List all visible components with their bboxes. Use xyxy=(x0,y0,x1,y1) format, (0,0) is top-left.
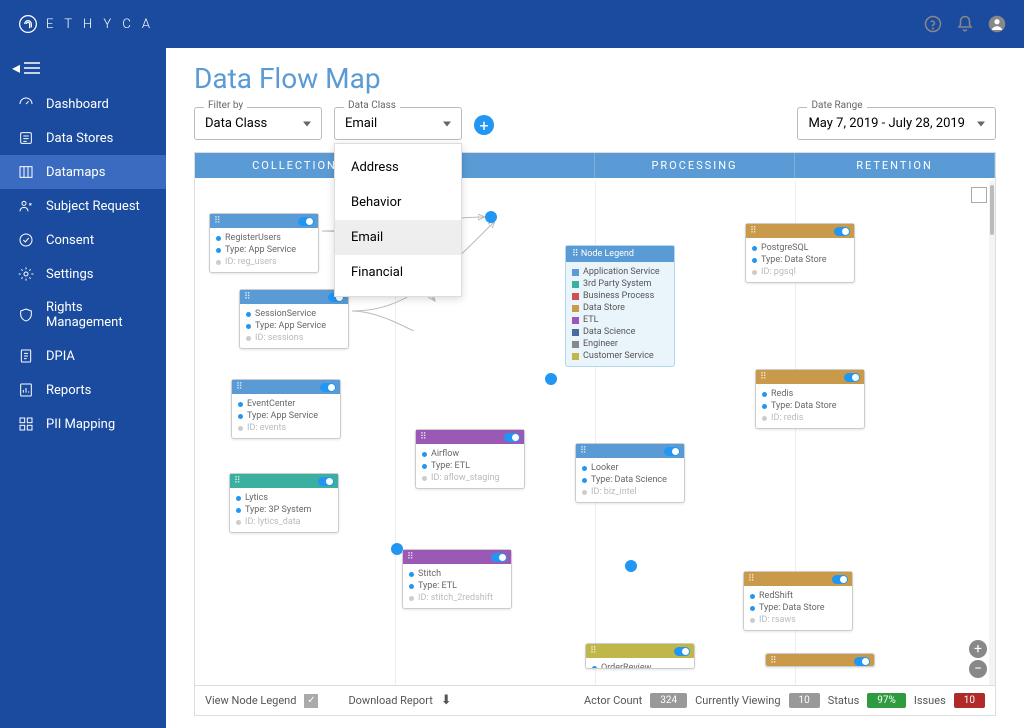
hamburger-icon xyxy=(24,62,40,74)
node-toggle[interactable] xyxy=(320,383,336,392)
zoom-controls: + − xyxy=(969,639,987,679)
view-legend-label: View Node Legend xyxy=(205,694,296,707)
data-class-dropdown: Address Behavior Email Financial xyxy=(334,143,462,297)
node-toggle[interactable] xyxy=(834,227,850,236)
node-toggle[interactable] xyxy=(298,217,314,226)
filter-bar: Filter by Data Class Data Class Email Ad… xyxy=(194,107,996,140)
flow-dot xyxy=(625,560,637,572)
filter-by-select[interactable]: Data Class xyxy=(194,107,322,140)
node-order-review[interactable]: ⠿ OrderReview xyxy=(585,643,695,669)
flow-canvas[interactable]: COLLECTION PROCESSING RETENTION xyxy=(194,152,996,716)
dropdown-option-email[interactable]: Email xyxy=(335,220,461,255)
flow-dot xyxy=(485,211,497,223)
scrollbar-vertical[interactable] xyxy=(989,181,995,685)
filter-by-label: Filter by xyxy=(204,100,247,111)
dropdown-option-financial[interactable]: Financial xyxy=(335,255,461,290)
sidebar-item-settings[interactable]: Settings xyxy=(0,257,166,291)
node-toggle[interactable] xyxy=(318,477,334,486)
node-partial[interactable]: ⠿ xyxy=(765,653,875,667)
node-event-center[interactable]: ⠿ EventCenter Type: App Service ID: even… xyxy=(231,379,341,439)
brand-logo: E T H Y C A xyxy=(18,14,154,34)
node-toggle[interactable] xyxy=(491,553,507,562)
add-filter-button[interactable]: + xyxy=(474,115,494,135)
status-label: Status xyxy=(828,694,859,707)
node-lytics[interactable]: ⠿ Lytics Type: 3P System ID: lytics_data xyxy=(229,473,339,533)
col-processing: PROCESSING xyxy=(595,153,795,178)
document-icon xyxy=(18,348,34,364)
shield-icon xyxy=(18,307,34,323)
node-redshift[interactable]: ⠿ RedShift Type: Data Store ID: rsaws xyxy=(743,571,853,631)
node-toggle[interactable] xyxy=(832,575,848,584)
sidebar-item-subject-request[interactable]: Subject Request xyxy=(0,189,166,223)
node-looker[interactable]: ⠿ Looker Type: Data Science ID: biz_inte… xyxy=(575,443,685,503)
download-report-label: Download Report xyxy=(348,694,432,707)
data-class-group: Data Class Email Address Behavior Email … xyxy=(334,107,462,140)
sidebar-item-datamaps[interactable]: Datamaps xyxy=(0,155,166,189)
node-legend-panel[interactable]: ⠿ Node Legend Application Service 3rd Pa… xyxy=(565,245,675,367)
check-circle-icon xyxy=(18,232,34,248)
sidebar-item-data-stores[interactable]: Data Stores xyxy=(0,121,166,155)
node-toggle[interactable] xyxy=(854,657,870,666)
actor-count-value: 324 xyxy=(650,693,687,708)
sidebar-item-rights[interactable]: Rights Management xyxy=(0,291,166,339)
viewing-value: 10 xyxy=(789,693,820,708)
flow-dot xyxy=(545,373,557,385)
zoom-out-button[interactable]: − xyxy=(969,660,987,678)
gear-icon xyxy=(18,266,34,282)
column-headers: COLLECTION PROCESSING RETENTION xyxy=(195,153,995,178)
help-icon[interactable] xyxy=(924,15,942,33)
sidebar-collapse-button[interactable]: ◂ xyxy=(0,48,166,87)
data-class-label: Data Class xyxy=(344,100,400,111)
fingerprint-icon xyxy=(18,14,38,34)
node-redis[interactable]: ⠿ Redis Type: Data Store ID: redis xyxy=(755,369,865,429)
issues-value: 10 xyxy=(954,693,985,708)
date-range-select[interactable]: May 7, 2019 - July 28, 2019 xyxy=(797,107,996,140)
actor-count-label: Actor Count xyxy=(584,694,642,707)
node-session-service[interactable]: ⠿ SessionService Type: App Service ID: s… xyxy=(239,289,349,349)
status-value: 97% xyxy=(867,693,906,708)
page-title: Data Flow Map xyxy=(194,62,996,95)
node-register-users[interactable]: ⠿ RegisterUsers Type: App Service ID: re… xyxy=(209,213,319,273)
col-retention: RETENTION xyxy=(795,153,995,178)
filter-by-group: Filter by Data Class xyxy=(194,107,322,140)
grid-icon xyxy=(18,416,34,432)
map-icon xyxy=(18,164,34,180)
report-icon xyxy=(18,382,34,398)
sidebar-item-pii[interactable]: PII Mapping xyxy=(0,407,166,441)
viewing-label: Currently Viewing xyxy=(695,694,780,707)
legend-title: Node Legend xyxy=(581,249,634,259)
dropdown-option-behavior[interactable]: Behavior xyxy=(335,185,461,220)
download-icon[interactable]: ⬇ xyxy=(441,693,452,708)
person-icon xyxy=(18,198,34,214)
sidebar-item-consent[interactable]: Consent xyxy=(0,223,166,257)
node-toggle[interactable] xyxy=(674,647,690,656)
sidebar-item-dashboard[interactable]: Dashboard xyxy=(0,87,166,121)
bell-icon[interactable] xyxy=(956,15,974,33)
date-range-label: Date Range xyxy=(807,100,866,111)
topbar: E T H Y C A xyxy=(0,0,1024,48)
node-toggle[interactable] xyxy=(844,373,860,382)
list-icon xyxy=(18,130,34,146)
gauge-icon xyxy=(18,96,34,112)
node-toggle[interactable] xyxy=(504,433,520,442)
node-postgresql[interactable]: ⠿ PostgreSQL Type: Data Store ID: pgsql xyxy=(745,223,855,283)
main-content: Data Flow Map Filter by Data Class Data … xyxy=(166,0,1024,728)
expand-icon[interactable] xyxy=(971,187,987,203)
sidebar: ◂ Dashboard Data Stores Datamaps Subject… xyxy=(0,0,166,728)
dropdown-option-address[interactable]: Address xyxy=(335,150,461,185)
node-stitch[interactable]: ⠿ Stitch Type: ETL ID: stitch_2redshift xyxy=(402,549,512,609)
view-legend-checkbox[interactable]: ✓ xyxy=(304,694,318,708)
node-airflow[interactable]: ⠿ Airflow Type: ETL ID: aflow_staging xyxy=(415,429,525,489)
node-toggle[interactable] xyxy=(664,447,680,456)
issues-label: Issues xyxy=(914,694,946,707)
sidebar-item-reports[interactable]: Reports xyxy=(0,373,166,407)
zoom-in-button[interactable]: + xyxy=(969,640,987,658)
user-icon[interactable] xyxy=(988,15,1006,33)
status-bar: View Node Legend ✓ Download Report ⬇ Act… xyxy=(195,685,995,715)
chevron-left-icon: ◂ xyxy=(12,58,20,77)
data-class-select[interactable]: Email xyxy=(334,107,462,140)
sidebar-item-dpia[interactable]: DPIA xyxy=(0,339,166,373)
date-range-group: Date Range May 7, 2019 - July 28, 2019 xyxy=(797,107,996,140)
